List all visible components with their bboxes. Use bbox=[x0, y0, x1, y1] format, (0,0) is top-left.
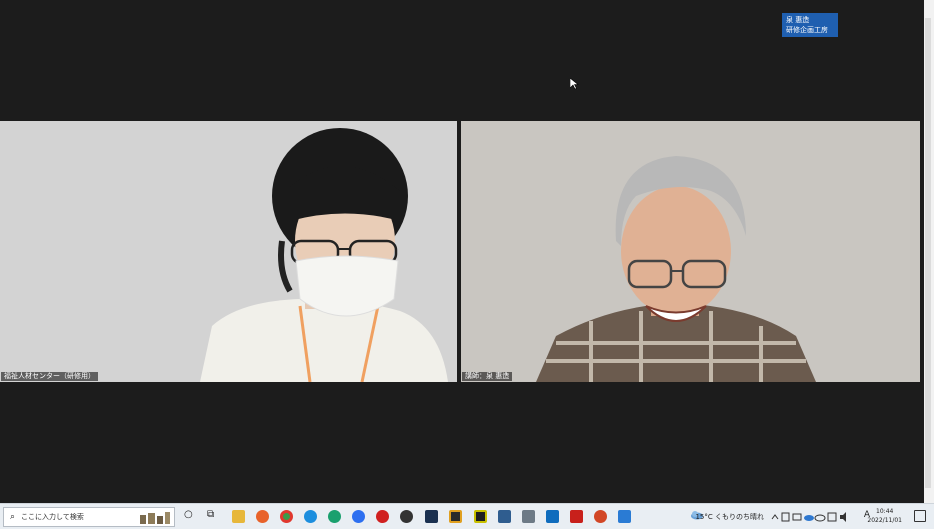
badge-line-2: 研修企画工房 bbox=[786, 26, 828, 34]
window-edge-scrollbar[interactable] bbox=[924, 0, 934, 503]
record-icon[interactable] bbox=[376, 510, 389, 523]
clock-date: 2022/11/01 bbox=[867, 517, 902, 524]
taskbar-clock[interactable]: 10:44 2022/11/01 bbox=[867, 507, 902, 525]
camera-icon[interactable] bbox=[522, 510, 535, 523]
mouse-cursor-icon bbox=[570, 78, 579, 90]
cortana-icon[interactable]: ○ bbox=[184, 509, 193, 520]
tray-icons[interactable] bbox=[770, 511, 862, 523]
chrome-icon[interactable] bbox=[280, 510, 293, 523]
zoom-gallery-view: 泉 惠造 研修企画工房 福祉人材センター（研修用） 講師：泉 惠造 bbox=[0, 0, 934, 503]
presenter-name-badge: 泉 惠造 研修企画工房 bbox=[782, 13, 838, 37]
participant-2-name-label: 講師：泉 惠造 bbox=[462, 372, 513, 381]
clock-time: 10:44 bbox=[876, 508, 894, 515]
zoom-icon[interactable] bbox=[352, 510, 365, 523]
search-icon: ⌕ bbox=[10, 512, 16, 522]
photos-icon[interactable] bbox=[618, 510, 631, 523]
edge-icon[interactable] bbox=[328, 510, 341, 523]
video-tile-participant-2[interactable]: 講師：泉 惠造 bbox=[461, 121, 920, 382]
skype-icon[interactable] bbox=[304, 510, 317, 523]
video-tile-participant-1[interactable]: 福祉人材センター（研修用） bbox=[0, 121, 457, 382]
firefox-icon[interactable] bbox=[256, 510, 269, 523]
file-explorer-icon[interactable] bbox=[232, 510, 245, 523]
search-placeholder: ここに入力して検索 bbox=[21, 513, 84, 521]
participant-1-video bbox=[0, 121, 457, 382]
task-view-icon[interactable]: ⧉ bbox=[207, 509, 214, 520]
participant-1-name-label: 福祉人材センター（研修用） bbox=[1, 372, 98, 381]
powerpoint-icon[interactable] bbox=[594, 510, 607, 523]
app-icon[interactable] bbox=[425, 510, 438, 523]
acrobat-icon[interactable] bbox=[570, 510, 583, 523]
search-highlight-icon bbox=[140, 512, 170, 524]
weather-text[interactable]: 15°C くもりのち晴れ bbox=[695, 512, 764, 522]
windows-taskbar: ⌕ ここに入力して検索 ○ ⧉ 15°C くもりのち晴れ A 10:44 202… bbox=[0, 503, 934, 529]
notification-icon[interactable] bbox=[914, 510, 926, 522]
app-icon[interactable] bbox=[498, 510, 511, 523]
participant-2-video bbox=[461, 121, 920, 382]
app-icon[interactable] bbox=[474, 510, 487, 523]
app-icon[interactable] bbox=[449, 510, 462, 523]
app-icon[interactable] bbox=[400, 510, 413, 523]
badge-line-1: 泉 惠造 bbox=[786, 16, 810, 24]
taskbar-search-box[interactable]: ⌕ ここに入力して検索 bbox=[3, 507, 175, 527]
outlook-icon[interactable] bbox=[546, 510, 559, 523]
